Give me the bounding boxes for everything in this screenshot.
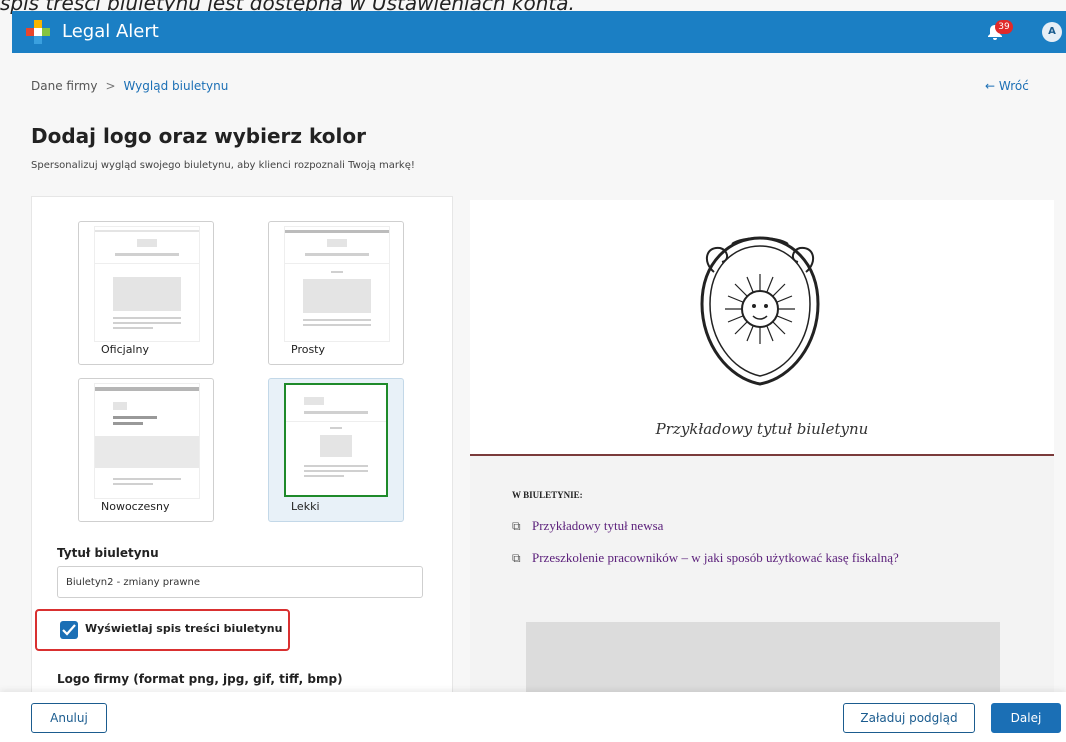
app-name: Legal Alert xyxy=(62,21,159,42)
template-label: Lekki xyxy=(291,500,320,513)
preview-divider xyxy=(470,454,1054,456)
page-title: Dodaj logo oraz wybierz kolor xyxy=(31,124,366,148)
template-thumbnail-selected xyxy=(284,383,388,497)
checkmark-icon xyxy=(62,624,76,636)
breadcrumb-separator: > xyxy=(105,79,116,93)
template-thumbnail xyxy=(284,226,390,342)
top-bar: Legal Alert 39 A xyxy=(12,11,1066,53)
template-card-lekki[interactable]: Lekki xyxy=(268,378,404,522)
title-field-label: Tytuł biuletynu xyxy=(57,546,159,560)
newsletter-title-input[interactable] xyxy=(57,566,423,598)
newsletter-preview: Przykładowy tytuł biuletynu W BIULETYNIE… xyxy=(470,200,1054,692)
template-label: Prosty xyxy=(291,343,326,356)
copy-icon: ⧉ xyxy=(512,551,521,565)
preview-section-heading: W BIULETYNIE: xyxy=(512,490,583,500)
footer-bar: Anuluj Załaduj podgląd Dalej xyxy=(0,692,1066,742)
notification-badge: 39 xyxy=(995,20,1013,34)
load-preview-button[interactable]: Załaduj podgląd xyxy=(843,703,975,733)
avatar[interactable]: A xyxy=(1042,22,1062,42)
cancel-button[interactable]: Anuluj xyxy=(31,703,107,733)
next-button[interactable]: Dalej xyxy=(991,703,1061,733)
toc-checkbox-highlight: Wyświetlaj spis treści biuletynu xyxy=(35,609,290,651)
preview-newsletter-title: Przykładowy tytuł biuletynu xyxy=(655,420,869,438)
copy-icon: ⧉ xyxy=(512,519,521,533)
breadcrumb-item-current[interactable]: Wygląd biuletynu xyxy=(124,79,229,93)
back-link[interactable]: ← Wróć xyxy=(985,79,1029,93)
logo-icon xyxy=(26,20,50,44)
template-card-oficjalny[interactable]: Oficjalny xyxy=(78,221,214,365)
settings-panel: Oficjalny Prosty Nowoczesny Lekki Tytuł … xyxy=(31,196,453,694)
template-thumbnail xyxy=(94,226,200,342)
breadcrumb: Dane firmy > Wygląd biuletynu xyxy=(31,79,228,93)
template-thumbnail xyxy=(94,383,200,499)
template-card-prosty[interactable]: Prosty xyxy=(268,221,404,365)
preview-toc-item-text: Przeszkolenie pracowników – w jaki sposó… xyxy=(532,550,899,565)
preview-toc-item[interactable]: ⧉ Przykładowy tytuł newsa xyxy=(512,518,663,534)
breadcrumb-item-company[interactable]: Dane firmy xyxy=(31,79,97,93)
crest-logo xyxy=(700,236,820,386)
preview-header: Przykładowy tytuł biuletynu xyxy=(470,200,1054,454)
template-card-nowoczesny[interactable]: Nowoczesny xyxy=(78,378,214,522)
template-label: Nowoczesny xyxy=(101,500,170,513)
toc-checkbox-label[interactable]: Wyświetlaj spis treści biuletynu xyxy=(85,622,282,635)
preview-toc-item[interactable]: ⧉ Przeszkolenie pracowników – w jaki spos… xyxy=(512,550,899,566)
preview-toc-item-text: Przykładowy tytuł newsa xyxy=(532,518,664,533)
preview-content-placeholder xyxy=(526,622,1000,692)
page-subtitle: Spersonalizuj wygląd swojego biuletynu, … xyxy=(31,160,415,171)
toc-checkbox[interactable] xyxy=(60,621,78,639)
template-label: Oficjalny xyxy=(101,343,149,356)
logo-field-label: Logo firmy (format png, jpg, gif, tiff, … xyxy=(57,672,343,686)
